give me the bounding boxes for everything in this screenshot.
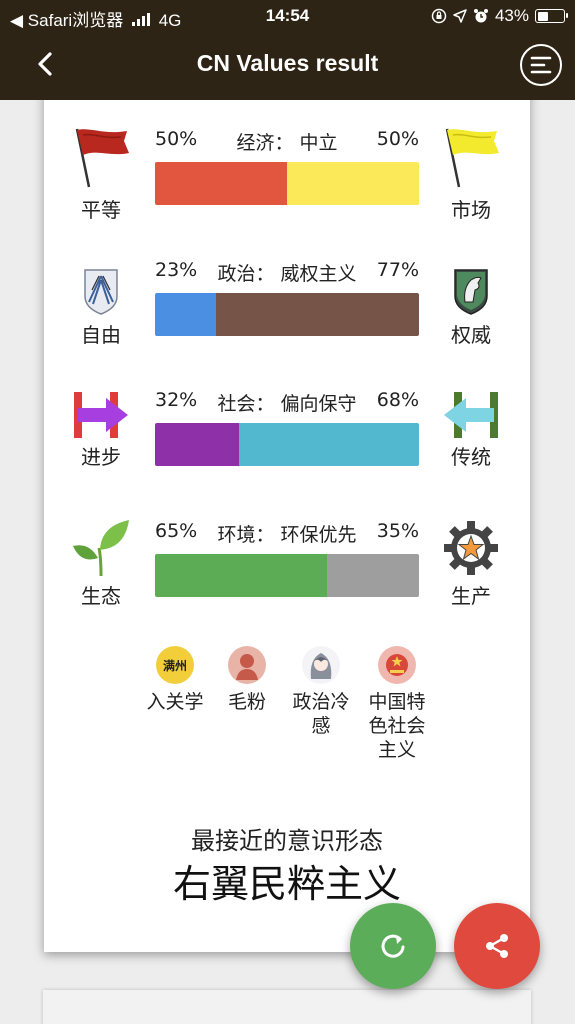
ideology-label: 中国特色社会主义: [368, 691, 426, 761]
sprout-icon: [66, 518, 136, 578]
status-bar: ◀ Safari浏览器 4G 14:54 43%: [0, 0, 575, 32]
ideology-matches: 满州 入关学 毛粉 政治冷感 中国特色社会主义: [44, 646, 530, 776]
alarm-icon: [473, 9, 488, 23]
battery-icon: [535, 9, 568, 23]
portrait-badge-icon: [228, 646, 266, 684]
ideology-label: 毛粉: [227, 691, 266, 713]
axis-right-label: 市场: [451, 198, 491, 222]
result-card: CN Values 测试结果 平等 50% 经济： 中立 50% 市场 自由 2…: [44, 78, 530, 952]
axis-politics: 自由 23% 政治： 威权主义 77% 权威: [44, 259, 530, 369]
ideology-item[interactable]: 满州 入关学: [139, 646, 211, 714]
axis-economy: 平等 50% 经济： 中立 50% 市场: [44, 128, 530, 238]
bar-right-segment: [239, 423, 419, 466]
bar-right-segment: [287, 162, 419, 205]
emblem-badge-icon: [378, 646, 416, 684]
ideology-label: 入关学: [146, 691, 204, 713]
share-icon: [486, 934, 508, 958]
axis-bar: [155, 423, 419, 466]
right-percent: 50%: [376, 128, 419, 150]
status-right: 43%: [431, 6, 568, 26]
axis-right-label: 权威: [451, 323, 491, 347]
closest-ideology-label: 最接近的意识形态: [191, 827, 383, 855]
axis-bar: [155, 162, 419, 205]
app-header: ◀ Safari浏览器 4G 14:54 43% CN Values resul…: [0, 0, 575, 100]
menu-button[interactable]: [520, 44, 562, 86]
bar-left-segment: [155, 554, 327, 597]
right-percent: 68%: [376, 389, 419, 411]
ideology-item[interactable]: 中国特色社会主义: [361, 646, 433, 762]
battery-percent: 43%: [494, 6, 529, 25]
axis-right-label: 传统: [451, 445, 491, 469]
axis-left-label: 生态: [81, 584, 121, 608]
axis-bar: [155, 293, 419, 336]
nav-bar: CN Values result: [0, 32, 575, 100]
retake-button[interactable]: [350, 903, 436, 989]
rotation-lock-icon: [431, 8, 447, 24]
gear-star-icon: [436, 518, 506, 578]
menu-icon: [530, 56, 552, 74]
axis-percent-row: 50% 经济： 中立 50%: [155, 128, 419, 154]
refresh-icon: [381, 934, 405, 958]
share-button[interactable]: [454, 903, 540, 989]
axis-left-label: 平等: [81, 198, 121, 222]
wings-emblem-icon: [66, 261, 136, 321]
next-card: [43, 990, 531, 1024]
right-percent: 35%: [376, 520, 419, 542]
closest-ideology-value: 右翼民粹主义: [172, 862, 401, 906]
ideology-label: 政治冷感: [292, 691, 350, 737]
calligraphy-badge-icon: 满州: [156, 646, 194, 684]
bar-left-segment: [155, 162, 287, 205]
axis-percent-row: 23% 政治： 威权主义 77%: [155, 259, 419, 285]
axis-percent-row: 65% 环境： 环保优先 35%: [155, 520, 419, 546]
bar-right-segment: [215, 293, 419, 336]
right-percent: 77%: [376, 259, 419, 281]
red-flag-icon: [66, 128, 136, 188]
axis-percent-row: 32% 社会： 偏向保守 68%: [155, 389, 419, 415]
axis-left-label: 进步: [81, 445, 121, 469]
bar-left-segment: [155, 293, 216, 336]
axis-society: 进步 32% 社会： 偏向保守 68% 传统: [44, 389, 530, 499]
anime-girl-icon: [302, 646, 340, 684]
bar-left-segment: [155, 423, 240, 466]
axis-left-label: 自由: [81, 323, 121, 347]
progress-arrow-icon: [66, 385, 136, 445]
ideology-item[interactable]: 毛粉: [211, 646, 283, 714]
horse-emblem-icon: [436, 261, 506, 321]
page-title: CN Values result: [196, 50, 379, 76]
bar-right-segment: [326, 554, 419, 597]
axis-bar: [155, 554, 419, 597]
axis-environment: 生态 65% 环境： 环保优先 35% 生产: [44, 520, 530, 630]
axis-right-label: 生产: [451, 584, 491, 608]
tradition-arrow-icon: [436, 385, 506, 445]
location-icon: [453, 9, 467, 23]
yellow-flag-icon: [436, 128, 506, 188]
ideology-item[interactable]: 政治冷感: [285, 646, 357, 738]
